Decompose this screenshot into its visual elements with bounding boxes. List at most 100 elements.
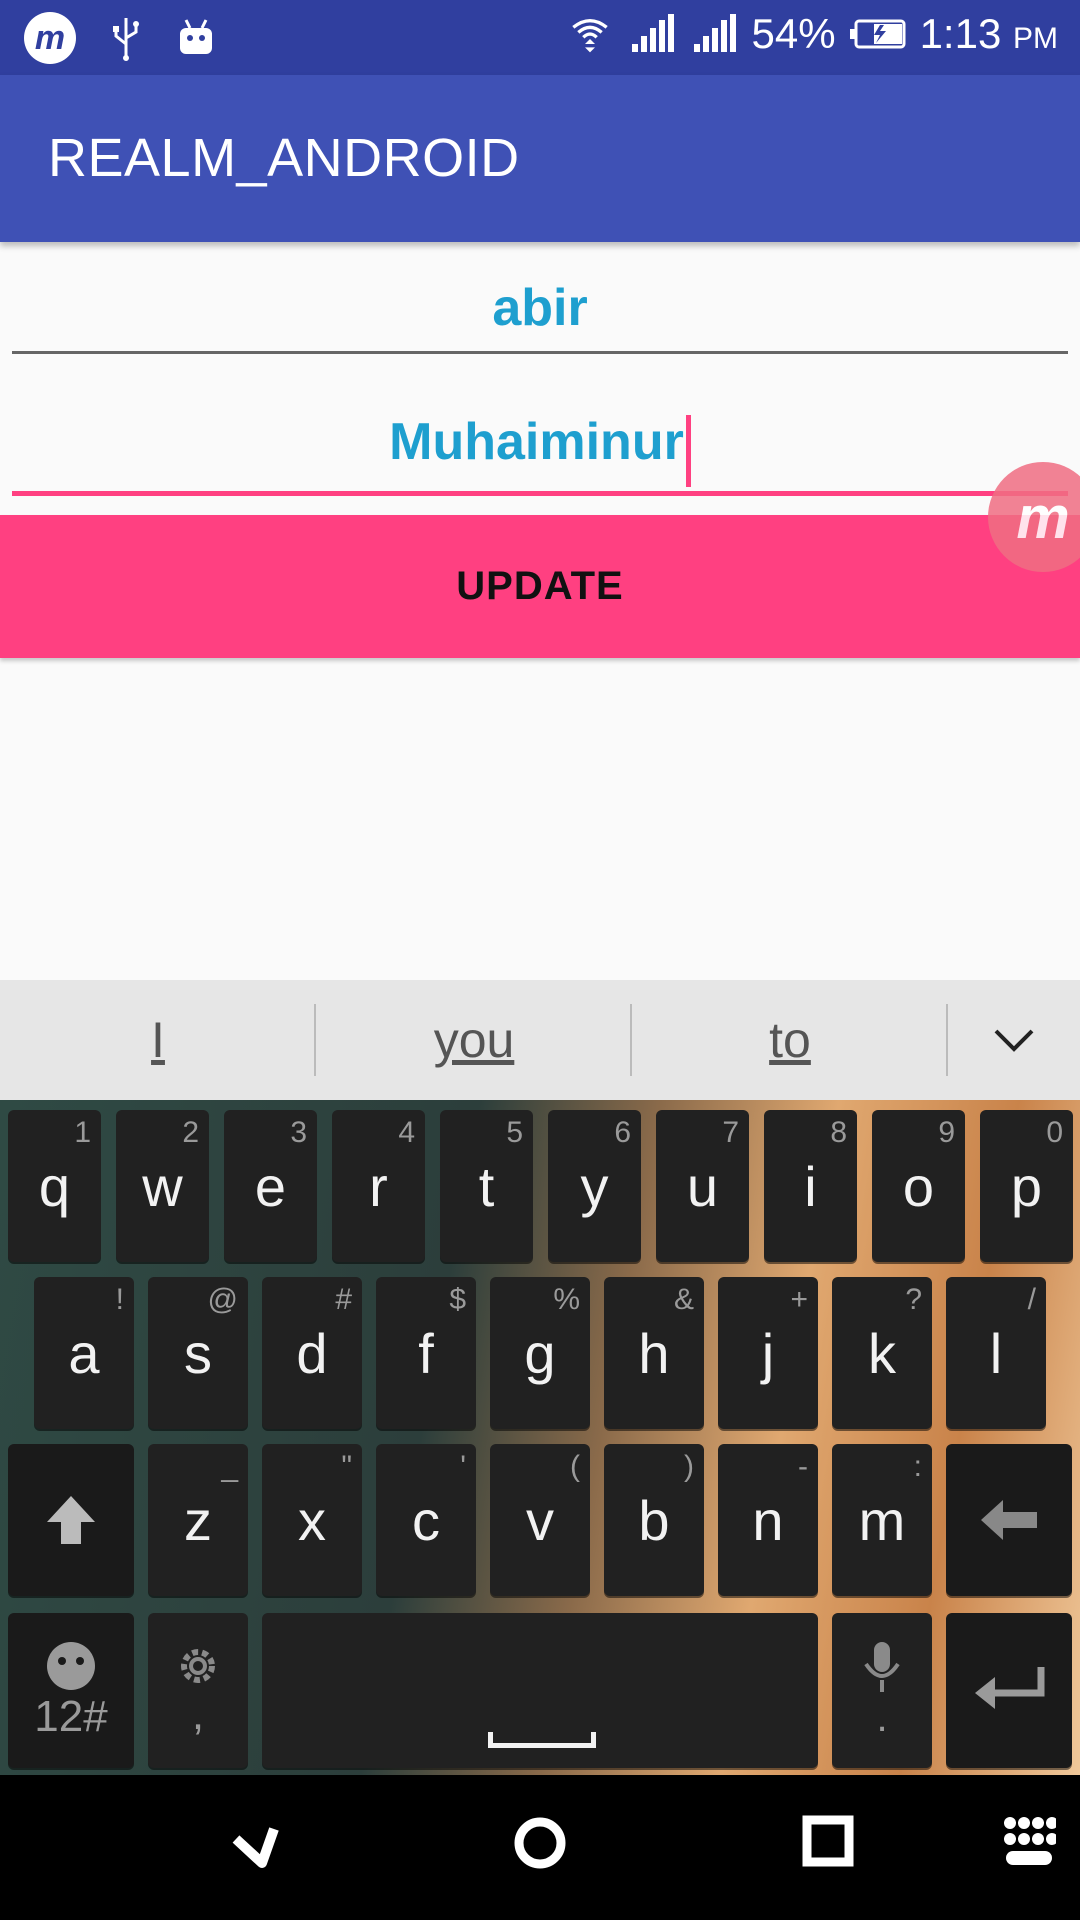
- key-label: b: [638, 1488, 670, 1552]
- wifi-icon: [571, 19, 608, 53]
- key-v[interactable]: v(: [490, 1444, 590, 1596]
- key-hint: 1: [74, 1116, 91, 1149]
- key-hint: 5: [506, 1116, 523, 1149]
- key-k[interactable]: k?: [832, 1277, 932, 1429]
- emoji-symbols-key[interactable]: 12#: [8, 1613, 134, 1768]
- microphone-icon: [864, 1642, 900, 1692]
- key-x[interactable]: x ": [262, 1444, 362, 1596]
- key-hint: ?: [905, 1283, 922, 1316]
- key-label: h: [638, 1321, 670, 1385]
- first-name-value: abir: [492, 279, 588, 337]
- key-hint: !: [115, 1283, 124, 1316]
- key-d[interactable]: d #: [262, 1277, 362, 1429]
- update-button[interactable]: UPDATE: [0, 515, 1080, 658]
- status-bar: m 54% 1:13 PM: [0, 0, 1080, 75]
- key-i[interactable]: i8: [764, 1110, 857, 1262]
- key-label: j: [761, 1321, 775, 1385]
- key-label: f: [418, 1321, 434, 1385]
- key-g[interactable]: g%: [490, 1277, 590, 1429]
- suggestion-1[interactable]: I: [0, 980, 316, 1100]
- key-label: c: [412, 1488, 440, 1552]
- key-o[interactable]: o9: [872, 1110, 965, 1262]
- key-hint: ): [684, 1450, 694, 1483]
- key-c[interactable]: c ': [376, 1444, 476, 1596]
- clock: 1:13 PM: [920, 10, 1058, 58]
- key-s[interactable]: s @: [148, 1277, 248, 1429]
- key-label: k: [868, 1321, 896, 1385]
- enter-return-icon: [975, 1666, 1045, 1709]
- key-label: w: [142, 1154, 183, 1218]
- text-cursor: [685, 414, 691, 487]
- key-label: u: [686, 1154, 719, 1218]
- key-e[interactable]: e3: [224, 1110, 317, 1262]
- suggestion-2[interactable]: you: [316, 980, 632, 1100]
- key-hint: 7: [722, 1116, 739, 1149]
- key-l[interactable]: l /: [946, 1277, 1046, 1429]
- key-label: n: [752, 1488, 784, 1552]
- key-label: y: [580, 1154, 609, 1218]
- key-label: p: [1010, 1154, 1043, 1218]
- expand-suggestions-chevron-down-icon[interactable]: [948, 980, 1080, 1100]
- last-name-field[interactable]: Muhaiminur: [12, 412, 1068, 496]
- clock-time: 1:13: [919, 10, 1002, 57]
- recents-nav-icon[interactable]: [802, 1815, 854, 1867]
- signal-icon-1: [631, 14, 674, 52]
- mic-period-key[interactable]: .: [832, 1613, 932, 1768]
- key-u[interactable]: u7: [656, 1110, 749, 1262]
- keyboard: q1 w2 e3 r4 t5 y6 u7 i8 o9 p0 a! s @ d # f…: [0, 1100, 1080, 1775]
- key-hint: -: [798, 1450, 808, 1483]
- signal-icon-2: [693, 14, 736, 52]
- key-hint: 8: [830, 1116, 847, 1149]
- last-name-value: Muhaiminur: [389, 413, 684, 471]
- key-label: e: [254, 1154, 287, 1218]
- key-hint: 4: [398, 1116, 415, 1149]
- key-j[interactable]: j +: [718, 1277, 818, 1429]
- key-hint: +: [790, 1283, 808, 1316]
- key-w[interactable]: w2: [116, 1110, 209, 1262]
- usb-icon: [113, 18, 139, 61]
- key-y[interactable]: y6: [548, 1110, 641, 1262]
- suggestion-3[interactable]: to: [632, 980, 948, 1100]
- key-label: i: [804, 1154, 817, 1218]
- key-label: d: [296, 1321, 328, 1385]
- key-n[interactable]: n-: [718, 1444, 818, 1596]
- key-hint: 9: [938, 1116, 955, 1149]
- key-hint: #: [335, 1283, 352, 1316]
- key-t[interactable]: t5: [440, 1110, 533, 1262]
- space-bar-icon: [488, 1732, 596, 1748]
- key-r[interactable]: r4: [332, 1110, 425, 1262]
- keyboard-switch-icon[interactable]: [1002, 1815, 1056, 1869]
- key-m[interactable]: m:: [832, 1444, 932, 1596]
- shift-key[interactable]: [8, 1444, 134, 1596]
- key-hint: 2: [182, 1116, 199, 1149]
- first-name-field[interactable]: abir: [12, 278, 1068, 354]
- key-q[interactable]: q1: [8, 1110, 101, 1262]
- key-a[interactable]: a!: [34, 1277, 134, 1429]
- home-nav-icon[interactable]: [512, 1815, 568, 1871]
- enter-key[interactable]: [946, 1613, 1072, 1768]
- key-label: t: [478, 1154, 495, 1218]
- backspace-key[interactable]: [946, 1444, 1072, 1596]
- key-hint: ': [460, 1450, 466, 1483]
- key-b[interactable]: b): [604, 1444, 704, 1596]
- key-f[interactable]: f $: [376, 1277, 476, 1429]
- period-label: .: [876, 1696, 888, 1740]
- key-label: r: [369, 1154, 388, 1218]
- key-hint: (: [570, 1450, 580, 1483]
- key-label: l: [989, 1321, 1003, 1385]
- key-hint: _: [221, 1450, 238, 1483]
- key-p[interactable]: p0: [980, 1110, 1073, 1262]
- key-h[interactable]: h &: [604, 1277, 704, 1429]
- key-hint: 6: [614, 1116, 631, 1149]
- key-label: o: [902, 1154, 935, 1218]
- m-app-icon: m: [24, 12, 76, 64]
- back-nav-icon[interactable]: [228, 1815, 288, 1875]
- app-bar: REALM_ANDROID: [0, 75, 1080, 242]
- symbols-label: 12#: [34, 1691, 108, 1741]
- key-label: v: [526, 1488, 554, 1552]
- key-label: m: [858, 1488, 906, 1552]
- key-z[interactable]: z _: [148, 1444, 248, 1596]
- battery-percent: 54%: [751, 10, 836, 57]
- gear-icon: [181, 1648, 215, 1683]
- settings-comma-key[interactable]: ,: [148, 1613, 248, 1768]
